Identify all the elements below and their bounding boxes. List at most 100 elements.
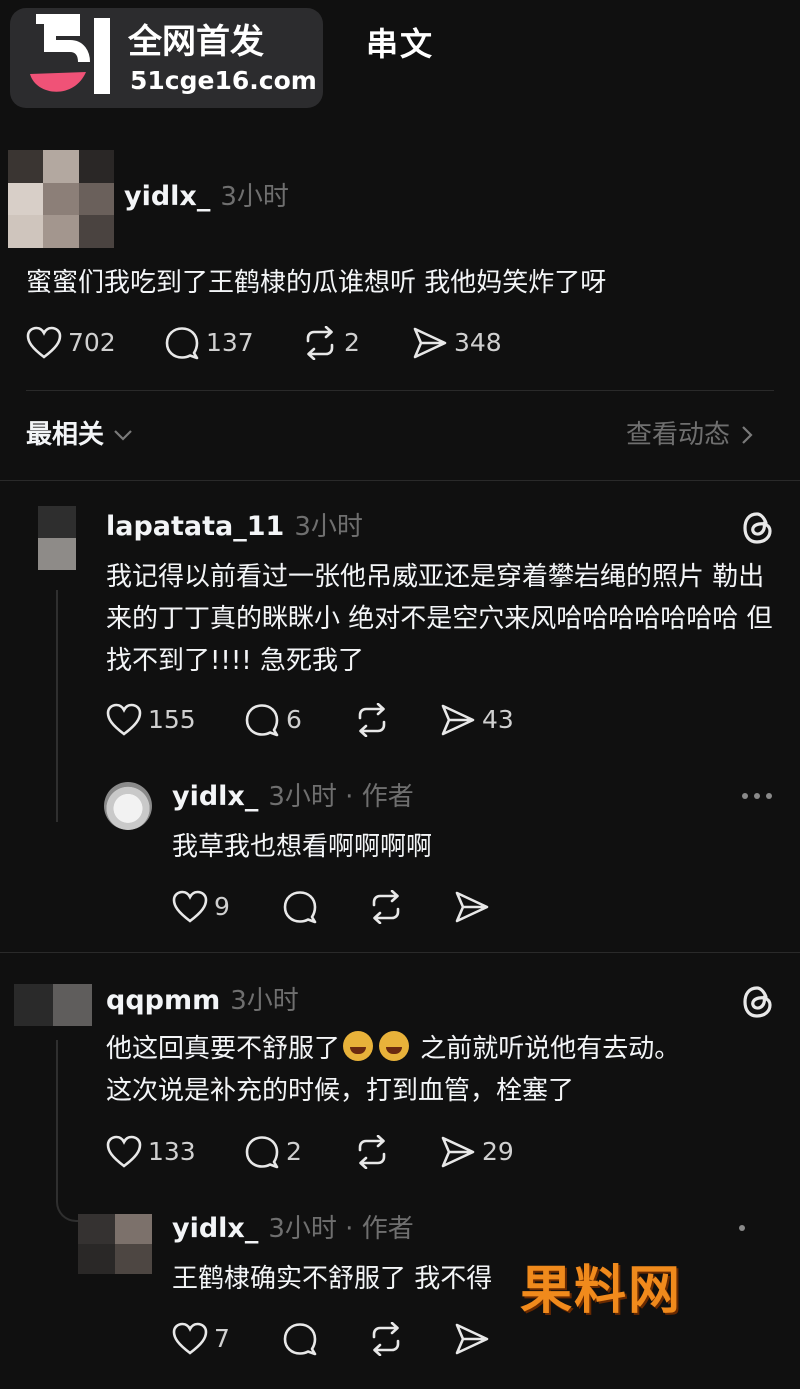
share-count: 348 (454, 328, 502, 357)
comment-count: 137 (206, 328, 254, 357)
like-button[interactable]: 155 (106, 703, 244, 737)
comment-button[interactable] (282, 1322, 368, 1356)
sort-dropdown[interactable]: 最相关 (26, 418, 134, 452)
repost-icon (306, 326, 334, 360)
reply-time: 3小时 (294, 512, 363, 542)
avatar[interactable] (14, 984, 92, 1026)
share-button[interactable]: 29 (440, 1135, 514, 1169)
divider (26, 390, 774, 391)
avatar[interactable] (8, 150, 114, 248)
reply-actions: 155 6 43 (106, 703, 514, 737)
more-options-icon[interactable] (736, 1222, 748, 1234)
repost-icon (358, 1135, 386, 1169)
avatar[interactable] (104, 782, 152, 830)
watermark-logo: 果料网 (520, 1260, 683, 1321)
thread-line (56, 590, 58, 822)
comment-bubble-icon (283, 1323, 317, 1356)
post-username[interactable]: yidlx_ (124, 180, 210, 214)
chevron-down-icon (114, 430, 132, 441)
heart-icon (172, 1322, 208, 1355)
more-options-icon[interactable] (740, 790, 774, 802)
sub-reply-text: 王鹤棣确实不舒服了 我不得 (172, 1264, 493, 1294)
reply-text-part: 这次说是补充的时候，打到血管，栓塞了 (106, 1076, 575, 1106)
view-activity-label: 查看动态 (626, 420, 731, 450)
chevron-right-icon (742, 426, 753, 444)
like-count: 7 (214, 1324, 230, 1353)
reply-username[interactable]: qqpmm (106, 984, 220, 1018)
like-count: 702 (68, 328, 116, 357)
divider (0, 952, 800, 953)
threads-icon[interactable] (740, 510, 776, 546)
repost-icon (358, 703, 386, 737)
reply-time: 3小时 (230, 986, 299, 1016)
badge-title: 全网首发 (128, 22, 264, 62)
post-text: 蜜蜜们我吃到了王鹤棣的瓜谁想听 我他妈笑炸了呀 (26, 268, 607, 298)
send-icon (441, 704, 475, 736)
sub-reply-username[interactable]: yidlx_ (172, 780, 258, 814)
comment-button[interactable]: 137 (164, 326, 302, 360)
like-button[interactable]: 7 (172, 1322, 282, 1356)
repost-icon (372, 1322, 400, 1356)
like-button[interactable]: 702 (26, 326, 164, 360)
threads-icon[interactable] (740, 984, 776, 1020)
sub-reply-header: yidlx_ 3小时 · 作者 (172, 1212, 414, 1246)
repost-button[interactable] (354, 1135, 440, 1169)
avatar[interactable] (38, 506, 76, 570)
post-actions: 702 137 2 348 (26, 326, 522, 360)
sub-reply-text: 我草我也想看啊啊啊啊 (172, 832, 433, 862)
comment-bubble-icon (283, 891, 317, 924)
like-button[interactable]: 9 (172, 890, 282, 924)
reply-text-part: 之前就听说他有去动。 (412, 1034, 681, 1064)
divider (0, 480, 800, 481)
heart-icon (106, 703, 142, 736)
send-icon (455, 891, 489, 923)
badge-url: 51cge16.com (130, 66, 317, 95)
repost-button[interactable] (354, 703, 440, 737)
comment-bubble-icon (245, 1136, 279, 1169)
sub-reply-actions: 9 (172, 890, 490, 924)
reply-username[interactable]: lapatata_11 (106, 510, 284, 544)
repost-button[interactable]: 2 (302, 326, 412, 360)
share-button[interactable] (454, 1322, 490, 1356)
repost-count: 2 (344, 328, 360, 357)
comment-count: 2 (286, 1137, 302, 1166)
send-icon (455, 1323, 489, 1355)
site-logo-icon (30, 14, 110, 94)
post-time: 3小时 (220, 182, 289, 212)
sub-reply-username[interactable]: yidlx_ (172, 1212, 258, 1246)
thread-line (56, 1040, 58, 1200)
share-button[interactable] (454, 890, 490, 924)
view-activity-link[interactable]: 查看动态 (626, 418, 754, 452)
heart-icon (106, 1135, 142, 1168)
repost-button[interactable] (368, 1322, 454, 1356)
post-header: yidlx_ 3小时 (124, 180, 289, 214)
reply-text: 我记得以前看过一张他吊威亚还是穿着攀岩绳的照片 勒出来的丁丁真的眯眯小 绝对不是… (106, 562, 773, 676)
sub-reply-meta: 3小时 · 作者 (268, 782, 414, 812)
reply-header: qqpmm 3小时 (106, 984, 299, 1018)
heart-icon (26, 326, 62, 359)
reply-header: lapatata_11 3小时 (106, 510, 363, 544)
comment-button[interactable]: 6 (244, 703, 354, 737)
send-icon (441, 1136, 475, 1168)
repost-icon (372, 890, 400, 924)
sort-label: 最相关 (26, 420, 105, 450)
share-count: 29 (482, 1137, 514, 1166)
like-button[interactable]: 133 (106, 1135, 244, 1169)
comment-count: 6 (286, 705, 302, 734)
repost-button[interactable] (368, 890, 454, 924)
heart-icon (172, 890, 208, 923)
reply-text: 他这回真要不舒服了 之前就听说他有去动。 这次说是补充的时候，打到血管，栓塞了 (106, 1028, 774, 1112)
sub-reply-actions: 7 (172, 1322, 490, 1356)
send-icon (413, 327, 447, 359)
comment-button[interactable] (282, 890, 368, 924)
sub-reply-meta: 3小时 · 作者 (268, 1214, 414, 1244)
reply-text-part: 他这回真要不舒服了 (106, 1034, 341, 1064)
like-count: 9 (214, 892, 230, 921)
like-count: 133 (148, 1137, 196, 1166)
share-button[interactable]: 348 (412, 326, 522, 360)
comment-button[interactable]: 2 (244, 1135, 354, 1169)
share-button[interactable]: 43 (440, 703, 514, 737)
comment-bubble-icon (165, 327, 199, 360)
like-count: 155 (148, 705, 196, 734)
avatar[interactable] (78, 1214, 152, 1274)
